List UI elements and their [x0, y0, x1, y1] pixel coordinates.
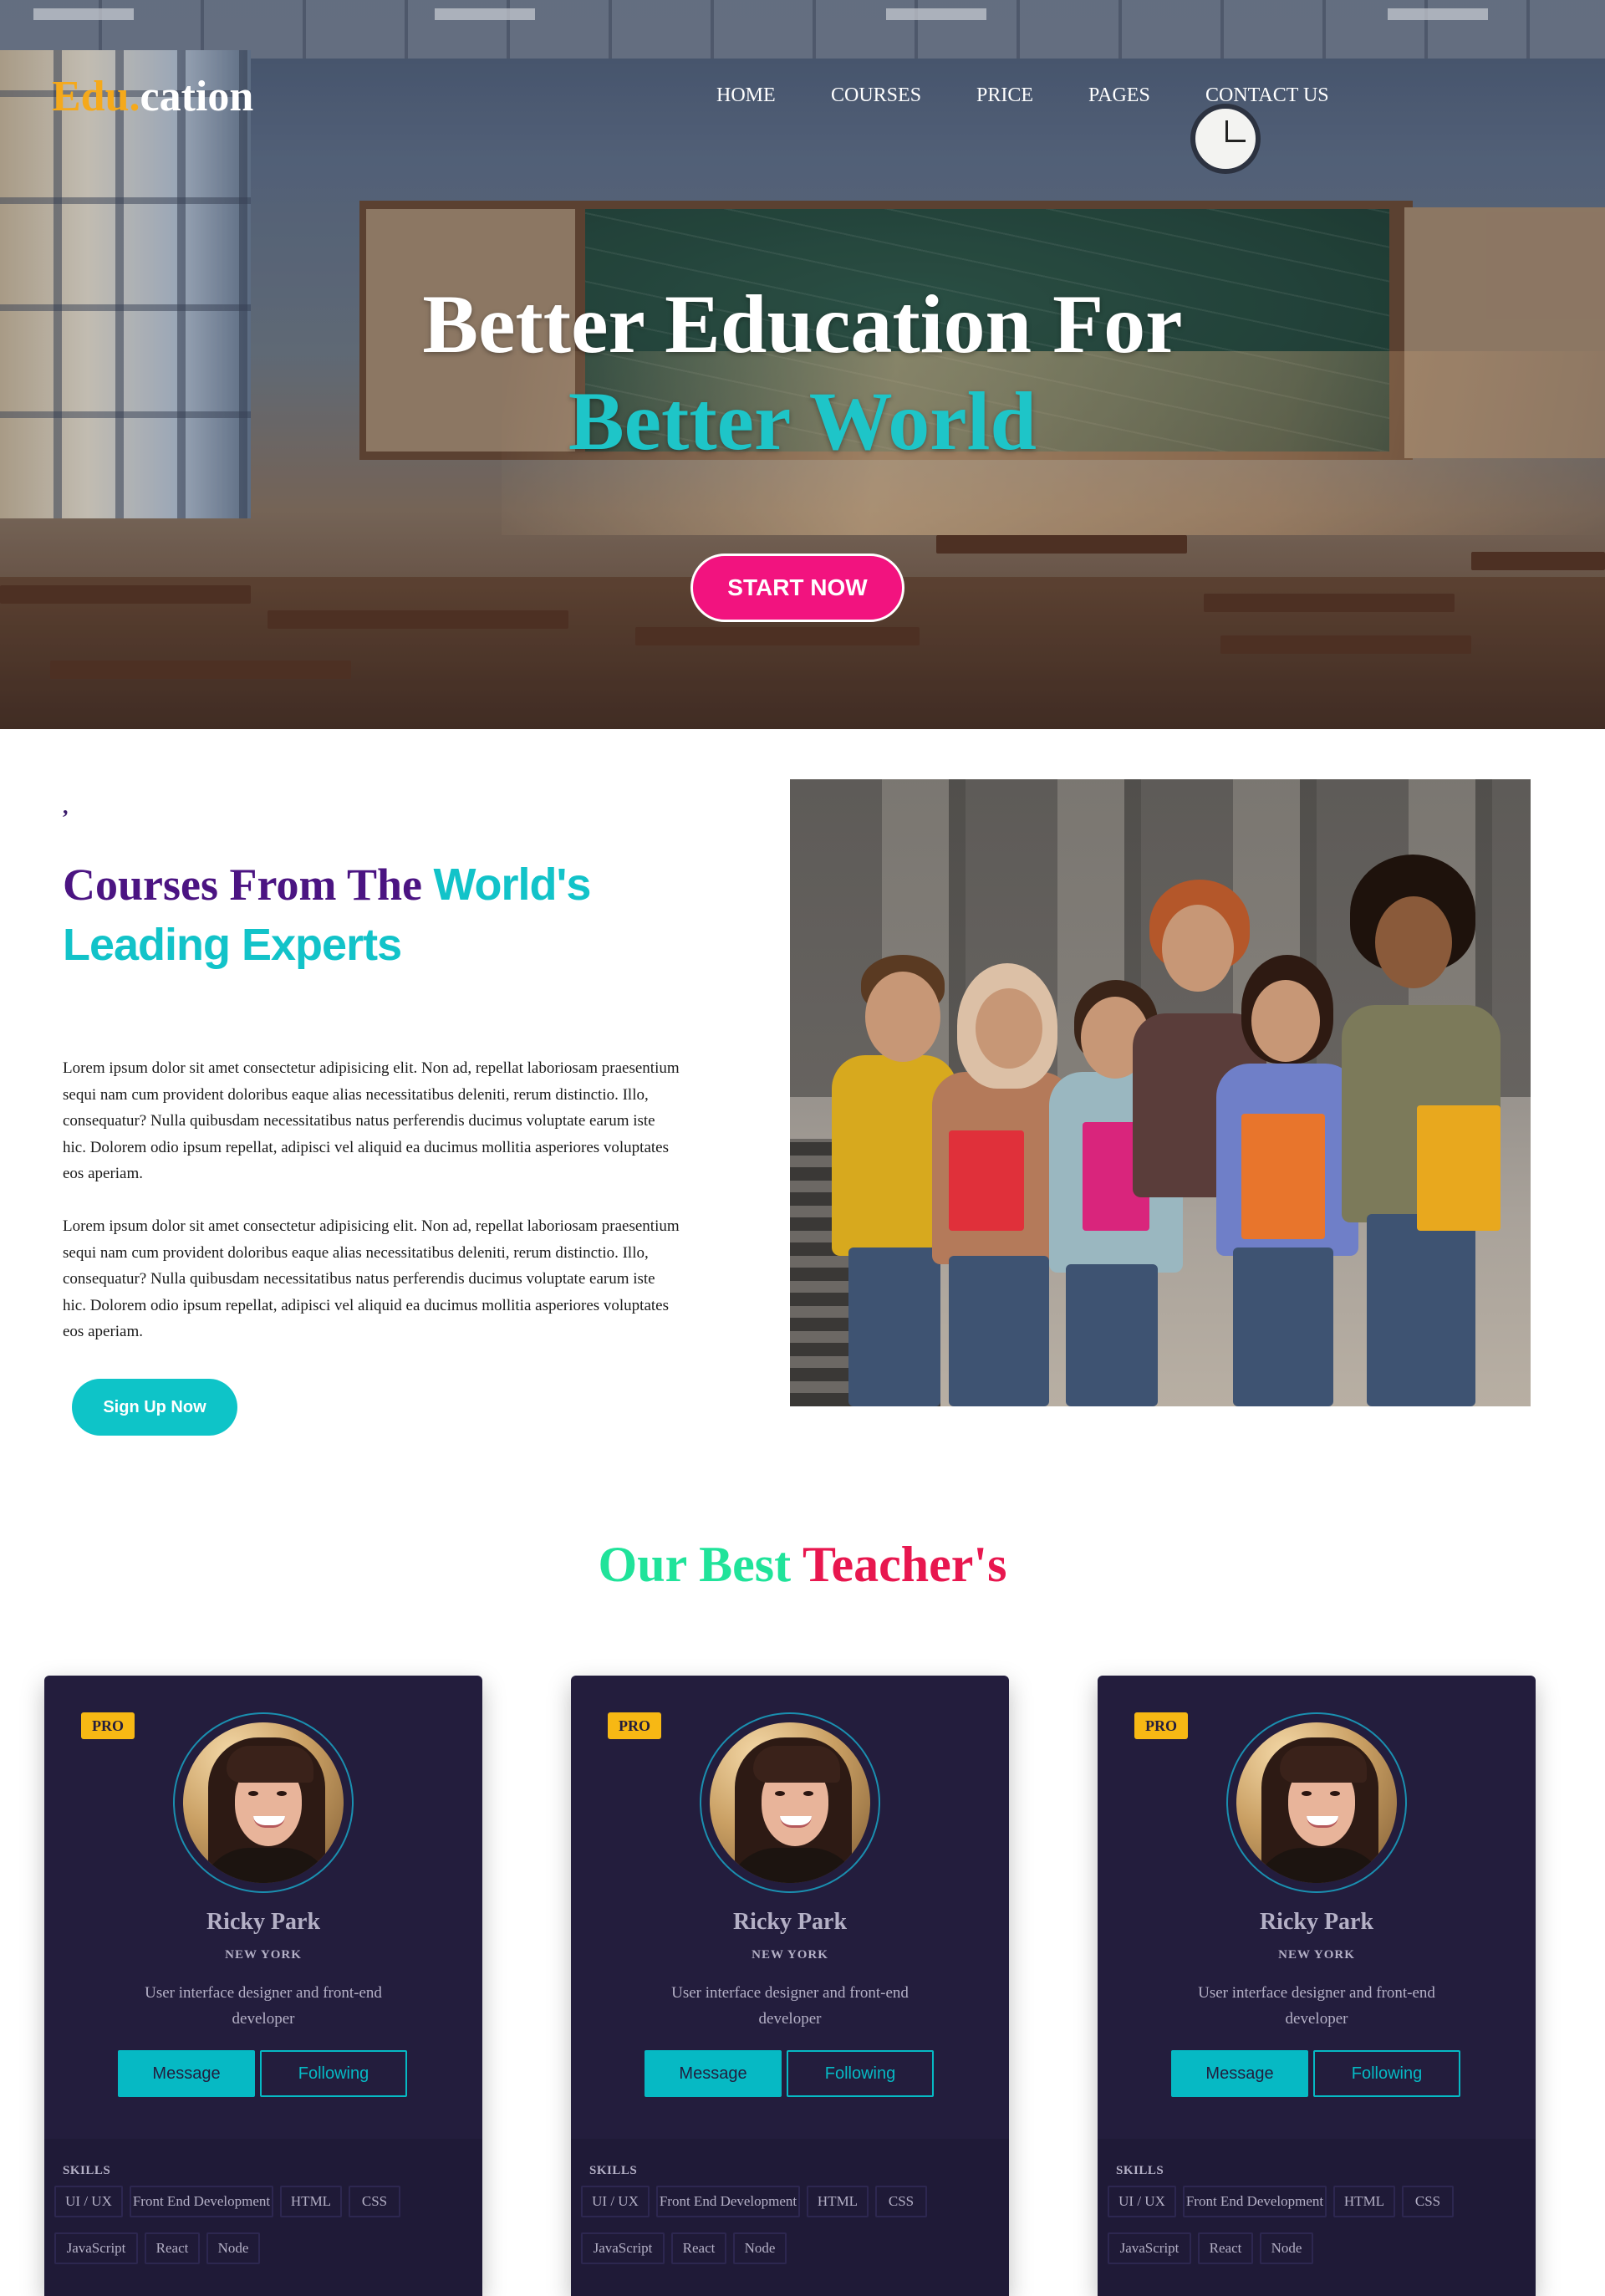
- skills-label: SKILLS: [1116, 2164, 1164, 2177]
- skills-label: SKILLS: [589, 2164, 638, 2177]
- message-button[interactable]: Message: [645, 2050, 782, 2097]
- teachers-heading-part1: Our Best: [598, 1537, 792, 1592]
- skill-tag: Front End Development: [656, 2186, 800, 2217]
- wall-clock: [1190, 104, 1261, 174]
- nav-pages[interactable]: PAGES: [1088, 79, 1150, 112]
- student-book: [1417, 1105, 1501, 1231]
- decorative-mark: ,: [63, 794, 69, 819]
- hero-title-line1: Better Education For: [422, 278, 1183, 370]
- avatar-eye: [277, 1791, 287, 1796]
- message-button[interactable]: Message: [118, 2050, 255, 2097]
- student-jeans: [949, 1256, 1049, 1406]
- avatar: [183, 1722, 344, 1883]
- teachers-heading: Our Best Teacher's: [0, 1535, 1605, 1594]
- teacher-name: Ricky Park: [206, 1909, 321, 1935]
- skill-tag: HTML: [280, 2186, 342, 2217]
- skill-tag: CSS: [349, 2186, 400, 2217]
- nav-courses[interactable]: COURSES: [831, 79, 921, 112]
- student-book: [949, 1130, 1024, 1231]
- teacher-bio: User interface designer and front-end de…: [1198, 1984, 1435, 2028]
- avatar-eye: [803, 1791, 813, 1796]
- skill-tag: CSS: [1402, 2186, 1454, 2217]
- avatar-eye: [1330, 1791, 1340, 1796]
- skill-tag: React: [671, 2232, 726, 2264]
- teacher-city: NEW YORK: [1278, 1948, 1355, 1962]
- skill-tag: UI / UX: [54, 2186, 123, 2217]
- skill-tag: CSS: [875, 2186, 927, 2217]
- sign-up-button[interactable]: Sign Up Now: [72, 1379, 237, 1436]
- avatar: [710, 1722, 870, 1883]
- student-jeans: [1233, 1247, 1333, 1406]
- skill-tag: Front End Development: [130, 2186, 273, 2217]
- pro-badge: PRO: [1134, 1712, 1188, 1739]
- message-button[interactable]: Message: [1171, 2050, 1308, 2097]
- skill-tag: JavaScript: [581, 2232, 665, 2264]
- courses-paragraph-1: Lorem ipsum dolor sit amet consectetur a…: [63, 1059, 680, 1182]
- teacher-city: NEW YORK: [752, 1948, 828, 1962]
- student-book: [1241, 1114, 1325, 1239]
- nav-home[interactable]: HOME: [716, 79, 776, 112]
- teacher-bio: User interface designer and front-end de…: [145, 1984, 382, 2028]
- following-button[interactable]: Following: [787, 2050, 934, 2097]
- skills-panel: SKILLS UI / UX Front End Development HTM…: [44, 2139, 482, 2296]
- teachers-heading-part2: Teacher's: [802, 1537, 1007, 1592]
- student-face: [976, 988, 1042, 1069]
- following-button[interactable]: Following: [1313, 2050, 1460, 2097]
- students-photo: [790, 779, 1531, 1406]
- skill-tag: JavaScript: [54, 2232, 138, 2264]
- skill-tag: Node: [733, 2232, 787, 2264]
- nav-price[interactable]: PRICE: [976, 79, 1033, 112]
- student-jeans: [1367, 1214, 1475, 1406]
- skill-tag: React: [1198, 2232, 1253, 2264]
- teacher-card: PRO Ricky Park NEW YORK User interface d…: [1098, 1676, 1536, 2296]
- skill-tag: Node: [1260, 2232, 1313, 2264]
- skill-tag: Front End Development: [1183, 2186, 1327, 2217]
- skills-panel: SKILLS UI / UX Front End Development HTM…: [1098, 2139, 1536, 2296]
- skills-label: SKILLS: [63, 2164, 111, 2177]
- avatar: [1236, 1722, 1397, 1883]
- avatar-hair-fringe: [753, 1746, 840, 1783]
- avatar-hair-fringe: [1280, 1746, 1367, 1783]
- teacher-card: PRO Ricky Park NEW YORK User interface d…: [44, 1676, 482, 2296]
- main-nav: HOME COURSES PRICE PAGES CONTACT US: [0, 79, 1605, 112]
- teacher-city: NEW YORK: [225, 1948, 302, 1962]
- courses-heading-part1: Courses From The: [63, 860, 422, 910]
- courses-heading: Courses From The World's Leading Experts: [63, 855, 698, 975]
- start-now-button[interactable]: START NOW: [690, 554, 904, 622]
- pro-badge: PRO: [608, 1712, 661, 1739]
- avatar-eye: [248, 1791, 258, 1796]
- skill-tag: React: [145, 2232, 200, 2264]
- skill-tag: HTML: [1333, 2186, 1395, 2217]
- nav-contact-us[interactable]: CONTACT US: [1205, 79, 1329, 112]
- avatar-hair-fringe: [227, 1746, 313, 1783]
- skill-tag: Node: [206, 2232, 260, 2264]
- student-figure: [1325, 855, 1517, 1406]
- teacher-name: Ricky Park: [1259, 1909, 1374, 1935]
- following-button[interactable]: Following: [260, 2050, 407, 2097]
- teacher-name: Ricky Park: [732, 1909, 848, 1935]
- student-face: [1251, 980, 1320, 1062]
- skill-tag: HTML: [807, 2186, 869, 2217]
- pro-badge: PRO: [81, 1712, 135, 1739]
- avatar-eye: [775, 1791, 785, 1796]
- student-face: [1375, 896, 1452, 988]
- courses-paragraph-2: Lorem ipsum dolor sit amet consectetur a…: [63, 1217, 680, 1340]
- skills-panel: SKILLS UI / UX Front End Development HTM…: [571, 2139, 1009, 2296]
- skill-tag: UI / UX: [581, 2186, 650, 2217]
- teacher-bio: User interface designer and front-end de…: [671, 1984, 909, 2028]
- skill-tag: UI / UX: [1108, 2186, 1176, 2217]
- teacher-card: PRO Ricky Park NEW YORK User interface d…: [571, 1676, 1009, 2296]
- skill-tag: JavaScript: [1108, 2232, 1191, 2264]
- hero-title-line2: Better World: [568, 375, 1037, 467]
- avatar-eye: [1302, 1791, 1312, 1796]
